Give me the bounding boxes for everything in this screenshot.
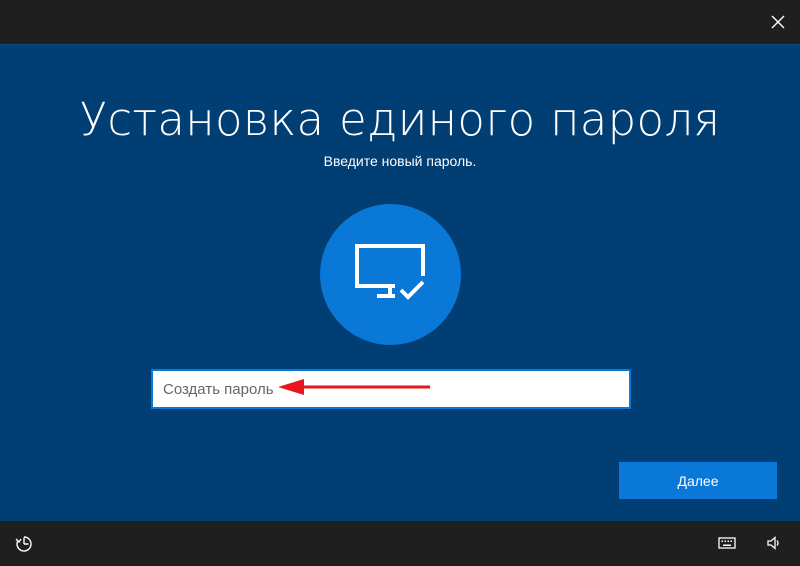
user-avatar bbox=[320, 204, 461, 345]
ease-of-access-button[interactable] bbox=[14, 534, 34, 559]
close-button[interactable] bbox=[764, 8, 792, 36]
keyboard-button[interactable] bbox=[718, 536, 736, 555]
volume-icon bbox=[767, 536, 779, 550]
setup-panel: Установка единого пароля Введите новый п… bbox=[0, 44, 800, 521]
title-bar bbox=[0, 0, 800, 44]
monitor-check-icon bbox=[354, 243, 427, 302]
bottom-toolbar bbox=[0, 521, 800, 566]
page-subtitle: Введите новый пароль. bbox=[323, 153, 477, 169]
volume-button[interactable] bbox=[766, 535, 782, 556]
keyboard-icon bbox=[718, 537, 736, 549]
next-button[interactable]: Далее bbox=[619, 462, 777, 499]
ease-of-access-icon bbox=[15, 536, 32, 552]
annotation-arrow bbox=[278, 379, 430, 395]
close-icon bbox=[771, 15, 785, 29]
page-title: Установка единого пароля bbox=[79, 93, 721, 146]
